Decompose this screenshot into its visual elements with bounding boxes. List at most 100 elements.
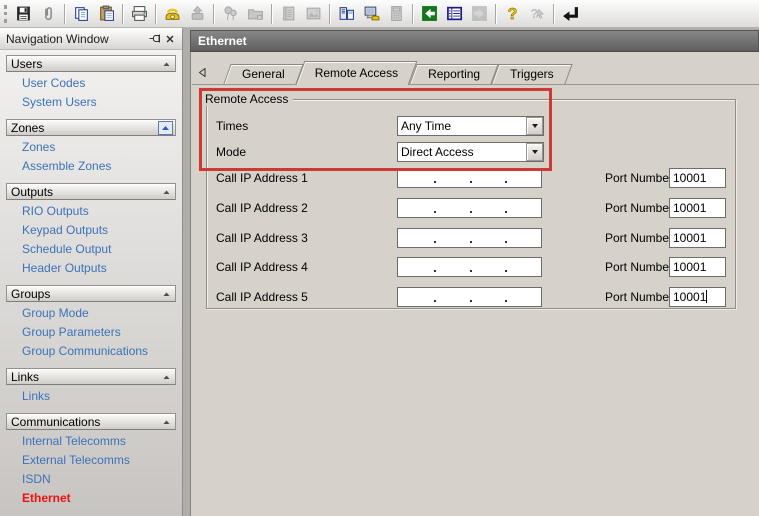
times-dropdown[interactable]: Any Time bbox=[397, 116, 544, 136]
collapse-arrow-icon[interactable] bbox=[160, 186, 173, 198]
sidebar-item-rio-outputs[interactable]: RIO Outputs bbox=[6, 202, 176, 221]
paperclip-icon[interactable] bbox=[36, 2, 61, 26]
nav-section-outputs: Outputs RIO OutputsKeypad OutputsSchedule… bbox=[6, 183, 176, 280]
collapse-arrow-icon[interactable] bbox=[160, 58, 173, 70]
collapse-arrow-icon[interactable] bbox=[160, 416, 173, 428]
ip-row-label: Call IP Address 1 bbox=[216, 168, 308, 188]
copy-icon[interactable] bbox=[69, 2, 94, 26]
tab-label: Triggers bbox=[510, 67, 554, 81]
context-help-icon: ? bbox=[525, 2, 550, 26]
close-icon[interactable] bbox=[162, 31, 178, 46]
mode-dropdown[interactable]: Direct Access bbox=[397, 142, 544, 162]
toolbar-separator bbox=[122, 4, 124, 24]
port-number-2-input[interactable]: 10001 bbox=[669, 198, 726, 218]
text-caret bbox=[706, 290, 707, 303]
ip-row-label: Call IP Address 4 bbox=[216, 257, 308, 277]
collapse-arrow-icon[interactable] bbox=[160, 288, 173, 300]
sidebar-item-group-mode[interactable]: Group Mode bbox=[6, 304, 176, 323]
save-icon[interactable] bbox=[11, 2, 36, 26]
back-icon[interactable] bbox=[417, 2, 442, 26]
port-value: 10001 bbox=[673, 201, 706, 215]
tab-scroll-left-icon[interactable] bbox=[194, 62, 210, 83]
dropdown-value: Any Time bbox=[398, 117, 526, 135]
chevron-down-icon[interactable] bbox=[526, 117, 543, 135]
field-label-mode: Mode bbox=[216, 142, 246, 162]
navigation-window-title: Navigation Window bbox=[6, 32, 109, 46]
call-ip-address-4-input[interactable] bbox=[397, 257, 542, 277]
svg-text:?: ? bbox=[530, 6, 538, 21]
call-ip-address-2-input[interactable] bbox=[397, 198, 542, 218]
sidebar-item-system-users[interactable]: System Users bbox=[6, 93, 176, 112]
section-title: Communications bbox=[11, 415, 100, 429]
toolbar-separator bbox=[213, 4, 215, 24]
svg-text:?: ? bbox=[508, 6, 518, 22]
pin-icon[interactable] bbox=[146, 31, 162, 46]
sidebar-item-internal-telecomms[interactable]: Internal Telecomms bbox=[6, 432, 176, 451]
tab-strip: General Remote Access Reporting Triggers bbox=[192, 58, 759, 85]
paste-icon[interactable] bbox=[94, 2, 119, 26]
sidebar-item-group-communications[interactable]: Group Communications bbox=[6, 342, 176, 361]
nav-section-header-groups[interactable]: Groups bbox=[6, 285, 176, 302]
nav-section-links: Links Links bbox=[6, 368, 176, 408]
tab-triggers[interactable]: Triggers bbox=[495, 64, 569, 84]
nav-section-header-zones[interactable]: Zones bbox=[6, 119, 176, 136]
collapse-arrow-icon[interactable] bbox=[160, 371, 173, 383]
sidebar-item-group-parameters[interactable]: Group Parameters bbox=[6, 323, 176, 342]
tab-general[interactable]: General bbox=[227, 64, 300, 84]
call-ip-address-3-input[interactable] bbox=[397, 228, 542, 248]
print-icon[interactable] bbox=[127, 2, 152, 26]
nav-section-zones: ZonesZonesAssemble Zones bbox=[6, 119, 176, 178]
panel-title: Ethernet bbox=[190, 30, 759, 52]
sidebar-item-user-codes[interactable]: User Codes bbox=[6, 74, 176, 93]
tab-label: Reporting bbox=[428, 67, 480, 81]
sidebar-item-header-outputs[interactable]: Header Outputs bbox=[6, 259, 176, 278]
call-ip-address-1-input[interactable] bbox=[397, 168, 542, 188]
sidebar-item-zones[interactable]: Zones bbox=[6, 138, 176, 157]
ip-row-label: Call IP Address 2 bbox=[216, 198, 308, 218]
help-icon[interactable]: ? bbox=[500, 2, 525, 26]
port-number-4-input[interactable]: 10001 bbox=[669, 257, 726, 277]
section-title: Zones bbox=[11, 121, 44, 135]
tab-remote-access[interactable]: Remote Access bbox=[300, 61, 413, 85]
port-value: 10001 bbox=[673, 231, 706, 245]
remote-computer-icon[interactable] bbox=[359, 2, 384, 26]
tab-reporting[interactable]: Reporting bbox=[413, 64, 495, 84]
sidebar-item-external-telecomms[interactable]: External Telecomms bbox=[6, 451, 176, 470]
ip-row-label: Call IP Address 3 bbox=[216, 228, 308, 248]
port-number-3-input[interactable]: 10001 bbox=[669, 228, 726, 248]
port-number-5-input[interactable]: 10001 bbox=[669, 287, 726, 307]
toolbar-grip[interactable] bbox=[4, 5, 7, 23]
sidebar-item-keypad-outputs[interactable]: Keypad Outputs bbox=[6, 221, 176, 240]
toolbar-separator bbox=[329, 4, 331, 24]
ethernet-panel: Ethernet General Remote Access Reporting Tr… bbox=[190, 30, 759, 516]
tab-label: General bbox=[242, 67, 285, 81]
call-ip-address-5-input[interactable] bbox=[397, 287, 542, 307]
sidebar-item-links[interactable]: Links bbox=[6, 387, 176, 406]
panel-icon[interactable] bbox=[334, 2, 359, 26]
port-number-1-input[interactable]: 10001 bbox=[669, 168, 726, 188]
sidebar-item-ethernet[interactable]: Ethernet bbox=[6, 489, 176, 508]
chevron-down-icon[interactable] bbox=[526, 143, 543, 161]
records-icon[interactable] bbox=[442, 2, 467, 26]
events-icon bbox=[218, 2, 243, 26]
collapse-arrow-icon[interactable] bbox=[158, 121, 173, 135]
nav-section-communications: Communications Internal TelecommsExternal… bbox=[6, 413, 176, 510]
dropdown-value: Direct Access bbox=[398, 143, 526, 161]
sidebar-item-schedule-output[interactable]: Schedule Output bbox=[6, 240, 176, 259]
toolbar-separator bbox=[64, 4, 66, 24]
section-title: Groups bbox=[11, 287, 50, 301]
sidebar-item-assemble-zones[interactable]: Assemble Zones bbox=[6, 157, 176, 176]
nav-section-header-outputs[interactable]: Outputs bbox=[6, 183, 176, 200]
remote-access-group-label: Remote Access bbox=[200, 92, 293, 106]
nav-section-header-users[interactable]: Users bbox=[6, 55, 176, 72]
nav-section-header-communications[interactable]: Communications bbox=[6, 413, 176, 430]
toolbar-separator bbox=[271, 4, 273, 24]
send-return-icon[interactable] bbox=[558, 2, 583, 26]
calculator-icon bbox=[384, 2, 409, 26]
folder-icon bbox=[243, 2, 268, 26]
sidebar-item-isdn[interactable]: ISDN bbox=[6, 470, 176, 489]
field-label-times: Times bbox=[216, 116, 248, 136]
nav-section-header-links[interactable]: Links bbox=[6, 368, 176, 385]
phone-connect-icon[interactable] bbox=[160, 2, 185, 26]
section-title: Links bbox=[11, 370, 39, 384]
